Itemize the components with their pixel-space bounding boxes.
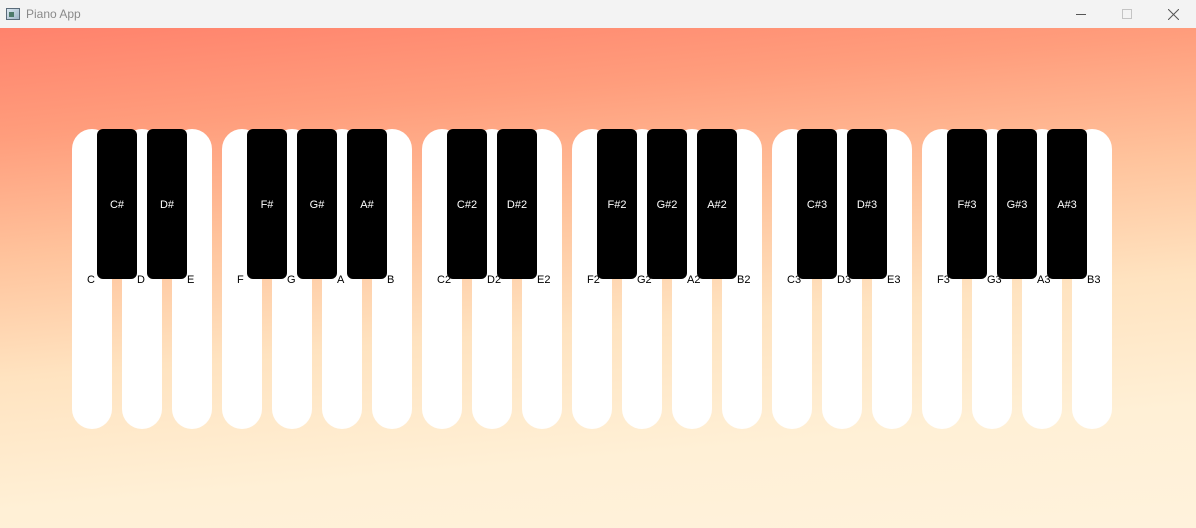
black-key[interactable]: G# xyxy=(297,129,337,279)
white-key-label: G xyxy=(287,274,296,286)
white-key-label: B xyxy=(387,274,395,286)
maximize-icon xyxy=(1122,9,1132,19)
app-window-icon xyxy=(6,8,20,20)
window-controls xyxy=(1058,0,1196,28)
black-key[interactable]: A#3 xyxy=(1047,129,1087,279)
black-key[interactable]: C#2 xyxy=(447,129,487,279)
white-key-label: B3 xyxy=(1087,274,1101,286)
black-key-label: D#3 xyxy=(856,199,878,211)
black-key-label: F#2 xyxy=(607,199,627,211)
black-key-label: F#3 xyxy=(957,199,977,211)
black-key[interactable]: F#2 xyxy=(597,129,637,279)
black-key-label: G#3 xyxy=(1006,199,1028,211)
black-key-label: C#3 xyxy=(806,199,828,211)
white-key-label: E2 xyxy=(537,274,551,286)
white-key-label: D xyxy=(137,274,145,286)
black-key[interactable]: A# xyxy=(347,129,387,279)
black-key-label: D#2 xyxy=(506,199,528,211)
black-key[interactable]: D# xyxy=(147,129,187,279)
white-key-label: B2 xyxy=(737,274,751,286)
black-key[interactable]: C#3 xyxy=(797,129,837,279)
minimize-icon xyxy=(1076,14,1086,15)
maximize-button[interactable] xyxy=(1104,0,1150,28)
minimize-button[interactable] xyxy=(1058,0,1104,28)
black-key[interactable]: F#3 xyxy=(947,129,987,279)
white-key-label: A xyxy=(337,274,345,286)
title-bar[interactable]: Piano App xyxy=(0,0,1196,28)
black-key[interactable]: D#2 xyxy=(497,129,537,279)
black-key[interactable]: G#3 xyxy=(997,129,1037,279)
black-key[interactable]: D#3 xyxy=(847,129,887,279)
black-key-label: A# xyxy=(360,199,374,211)
window-title: Piano App xyxy=(26,7,81,21)
black-key-label: D# xyxy=(159,199,175,211)
white-key-label: F xyxy=(237,274,244,286)
white-key-label: C xyxy=(87,274,95,286)
black-key[interactable]: G#2 xyxy=(647,129,687,279)
black-key[interactable]: A#2 xyxy=(697,129,737,279)
piano-area: C D E F G A B C2 D2 E2 F2 G2 A2 B2 C3 D3 E3 F3 G3 A3 B3 C# D# F… xyxy=(0,28,1196,528)
black-key-label: A#3 xyxy=(1057,199,1077,211)
white-key-label: E3 xyxy=(887,274,901,286)
black-key-label: F# xyxy=(260,199,274,211)
piano-app-window: Piano App C D E F G A B C2 D2 E2 F2 G2 A2 B2 C3 D3 E3 F3 xyxy=(0,0,1196,528)
black-key[interactable]: F# xyxy=(247,129,287,279)
black-key[interactable]: C# xyxy=(97,129,137,279)
black-key-label: C#2 xyxy=(456,199,478,211)
black-key-label: A#2 xyxy=(707,199,727,211)
close-icon xyxy=(1167,8,1179,20)
white-key-label: E xyxy=(187,274,195,286)
close-button[interactable] xyxy=(1150,0,1196,28)
black-key-label: C# xyxy=(109,199,125,211)
black-key-label: G# xyxy=(309,199,325,211)
black-key-label: G#2 xyxy=(656,199,678,211)
